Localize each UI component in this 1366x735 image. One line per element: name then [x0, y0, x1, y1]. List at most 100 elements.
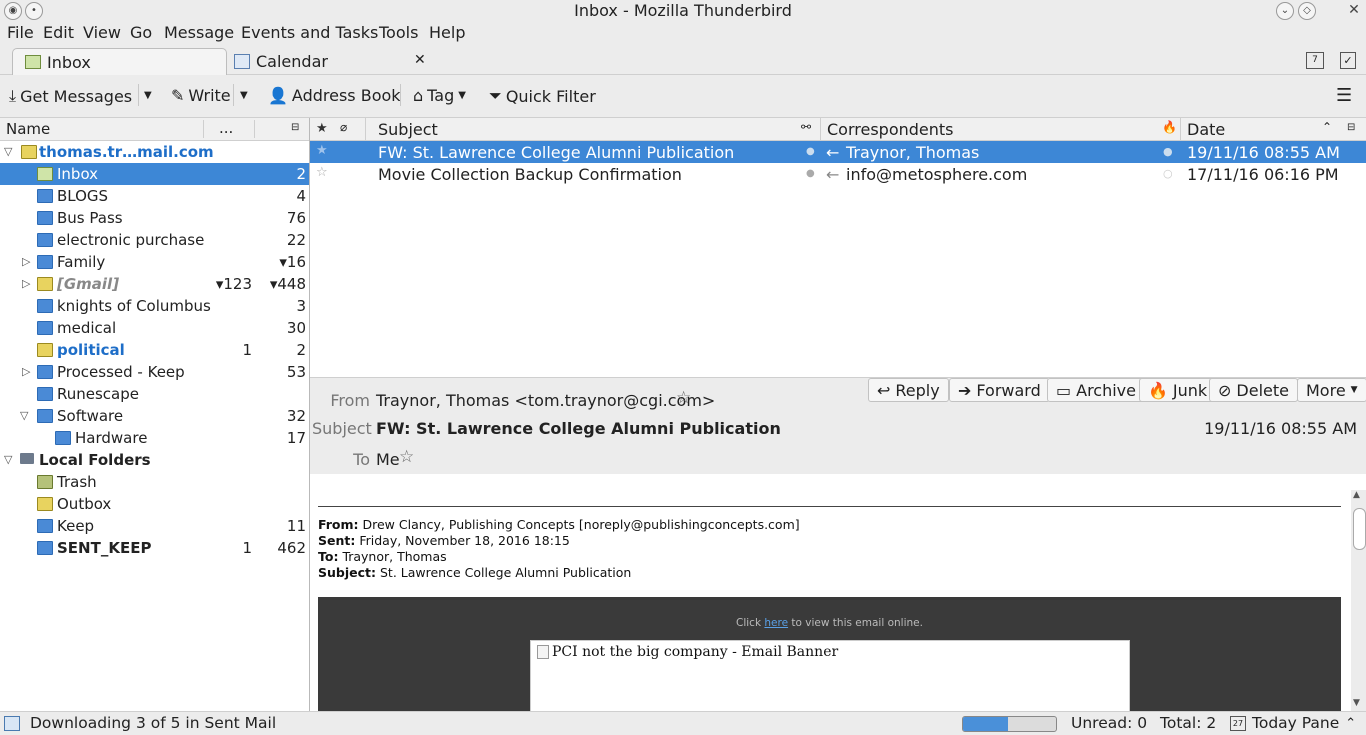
divider: [400, 84, 401, 106]
folder-political[interactable]: political 1 2: [0, 339, 309, 361]
write-button[interactable]: ✎ Write: [171, 86, 231, 105]
menu-view[interactable]: View: [83, 23, 121, 42]
folder-bus-pass[interactable]: Bus Pass 76: [0, 207, 309, 229]
column-picker-icon[interactable]: ⊟: [1347, 122, 1355, 133]
folder-sent-keep[interactable]: SENT_KEEP 1 462: [0, 537, 309, 559]
expand-icon[interactable]: ▷: [22, 277, 30, 290]
reply-button[interactable]: ↩ Reply: [868, 378, 949, 402]
forward-button[interactable]: ➔ Forward: [949, 378, 1050, 402]
from-value[interactable]: Traynor, Thomas <tom.traynor@cgi.com>: [376, 391, 715, 410]
star-icon[interactable]: ☆: [316, 165, 328, 180]
maximize-icon[interactable]: ◇: [1298, 2, 1316, 20]
tasks-icon[interactable]: ✓: [1340, 52, 1356, 69]
menu-go[interactable]: Go: [130, 23, 152, 42]
folder-gmail[interactable]: ▷ [Gmail] ▾123 ▾448: [0, 273, 309, 295]
collapse-icon[interactable]: ▽: [4, 453, 12, 466]
scroll-up-icon[interactable]: ▲: [1353, 490, 1360, 500]
thread-pane-header: ★ ⌀ Subject ⚯ Correspondents 🔥 Date ⌃ ⊟: [310, 118, 1366, 141]
folder-blogs[interactable]: BLOGS 4: [0, 185, 309, 207]
menu-events-and-tasks[interactable]: Events and Tasks: [241, 23, 378, 42]
online-status-icon[interactable]: [4, 716, 20, 731]
write-dropdown-icon[interactable]: ▼: [240, 90, 248, 101]
thread-column-icon[interactable]: ⚯: [801, 120, 811, 134]
star-column-icon[interactable]: ★: [316, 121, 328, 136]
folder-hardware[interactable]: Hardware 17: [0, 427, 309, 449]
sort-ascending-icon: ⌃: [1322, 120, 1333, 134]
column-subject[interactable]: Subject: [378, 120, 438, 139]
read-status-icon[interactable]: ●: [806, 146, 815, 157]
view-online-line: Click here to view this email online.: [318, 617, 1341, 629]
close-icon[interactable]: ✕: [1346, 2, 1362, 18]
message-row[interactable]: ☆ Movie Collection Backup Confirmation ●…: [310, 163, 1366, 185]
collapse-icon[interactable]: ▽: [20, 409, 28, 422]
get-messages-dropdown-icon[interactable]: ▼: [144, 90, 152, 101]
today-pane-toggle[interactable]: 27 Today Pane ⌃: [1230, 714, 1356, 732]
divider: [1180, 118, 1181, 140]
folder-outbox[interactable]: Outbox: [0, 493, 309, 515]
column-correspondents[interactable]: Correspondents: [827, 120, 954, 139]
menu-file[interactable]: File: [7, 23, 34, 42]
folder-runescape[interactable]: Runescape: [0, 383, 309, 405]
scrollbar-thumb[interactable]: [1353, 508, 1366, 550]
tag-button[interactable]: ⌂ Tag ▼: [413, 86, 466, 105]
read-status-icon[interactable]: ●: [806, 168, 815, 179]
divider: [365, 118, 366, 140]
folder-knights-of-columbus[interactable]: knights of Columbus 3: [0, 295, 309, 317]
collapse-icon[interactable]: ▽: [4, 145, 12, 158]
folder-software[interactable]: ▽ Software 32: [0, 405, 309, 427]
view-online-link[interactable]: here: [764, 617, 788, 629]
column-unread[interactable]: ...: [219, 119, 233, 137]
junk-status-icon[interactable]: ●: [1163, 145, 1173, 158]
menu-message[interactable]: Message: [164, 23, 234, 42]
menu-help[interactable]: Help: [429, 23, 465, 42]
message-row[interactable]: ★ FW: St. Lawrence College Alumni Public…: [310, 141, 1366, 163]
minimize-icon[interactable]: ⌄: [1276, 2, 1294, 20]
folder-family[interactable]: ▷ Family ▾16: [0, 251, 309, 273]
to-value[interactable]: Me: [376, 450, 400, 469]
folder-trash[interactable]: Trash: [0, 471, 309, 493]
add-contact-star-icon[interactable]: ☆: [676, 388, 691, 408]
menu-tools[interactable]: Tools: [379, 23, 418, 42]
calendar-today-icon[interactable]: 7: [1306, 52, 1324, 69]
folder-processed-keep[interactable]: ▷ Processed - Keep 53: [0, 361, 309, 383]
divider: [138, 84, 139, 106]
tab-inbox[interactable]: Inbox: [12, 48, 227, 75]
address-book-button[interactable]: 👤 Address Book: [268, 86, 401, 105]
folder-pane-header: Name ... ⊟: [0, 118, 309, 141]
add-contact-star-icon[interactable]: ☆: [399, 447, 414, 467]
status-bar: Downloading 3 of 5 in Sent Mail Unread: …: [0, 711, 1366, 735]
column-name[interactable]: Name: [6, 120, 50, 138]
junk-column-icon[interactable]: 🔥: [1162, 120, 1177, 134]
get-messages-button[interactable]: ⤓ Get Messages: [9, 86, 132, 106]
scroll-down-icon[interactable]: ▼: [1353, 698, 1360, 708]
folder-local-folders[interactable]: ▽ Local Folders: [0, 449, 309, 471]
folder-account[interactable]: ▽ thomas.tr…mail.com: [0, 141, 309, 163]
column-picker-icon[interactable]: ⊟: [291, 122, 299, 133]
star-icon[interactable]: ★: [316, 143, 328, 158]
hamburger-menu-icon[interactable]: ☰: [1336, 85, 1352, 106]
delete-button[interactable]: ⊘ Delete: [1209, 378, 1298, 402]
quick-filter-button[interactable]: ⏷ Quick Filter: [489, 86, 596, 106]
junk-button[interactable]: 🔥 Junk: [1139, 378, 1217, 402]
from-label: From: [330, 391, 370, 410]
folder-medical[interactable]: medical 30: [0, 317, 309, 339]
progress-fill: [963, 717, 1008, 731]
column-date[interactable]: Date: [1187, 120, 1225, 139]
tab-close-icon[interactable]: ✕: [414, 52, 426, 68]
attachment-column-icon[interactable]: ⌀: [340, 120, 347, 134]
body-scrollbar[interactable]: ▲ ▼: [1351, 490, 1366, 711]
folder-inbox[interactable]: Inbox 2: [0, 163, 309, 185]
folder-icon: [37, 321, 53, 335]
junk-status-icon[interactable]: ○: [1163, 167, 1173, 180]
archive-button[interactable]: ▭ Archive: [1047, 378, 1145, 402]
quick-filter-label: Quick Filter: [505, 86, 596, 106]
expand-icon[interactable]: ▷: [22, 365, 30, 378]
folder-name: Outbox: [57, 495, 112, 513]
folder-keep[interactable]: Keep 11: [0, 515, 309, 537]
folder-icon: [37, 365, 53, 379]
folder-electronic-purchase[interactable]: electronic purchase 22: [0, 229, 309, 251]
more-button[interactable]: More ▼: [1297, 378, 1366, 402]
menu-edit[interactable]: Edit: [43, 23, 74, 42]
tab-calendar[interactable]: Calendar ✕: [226, 48, 436, 74]
expand-icon[interactable]: ▷: [22, 255, 30, 268]
